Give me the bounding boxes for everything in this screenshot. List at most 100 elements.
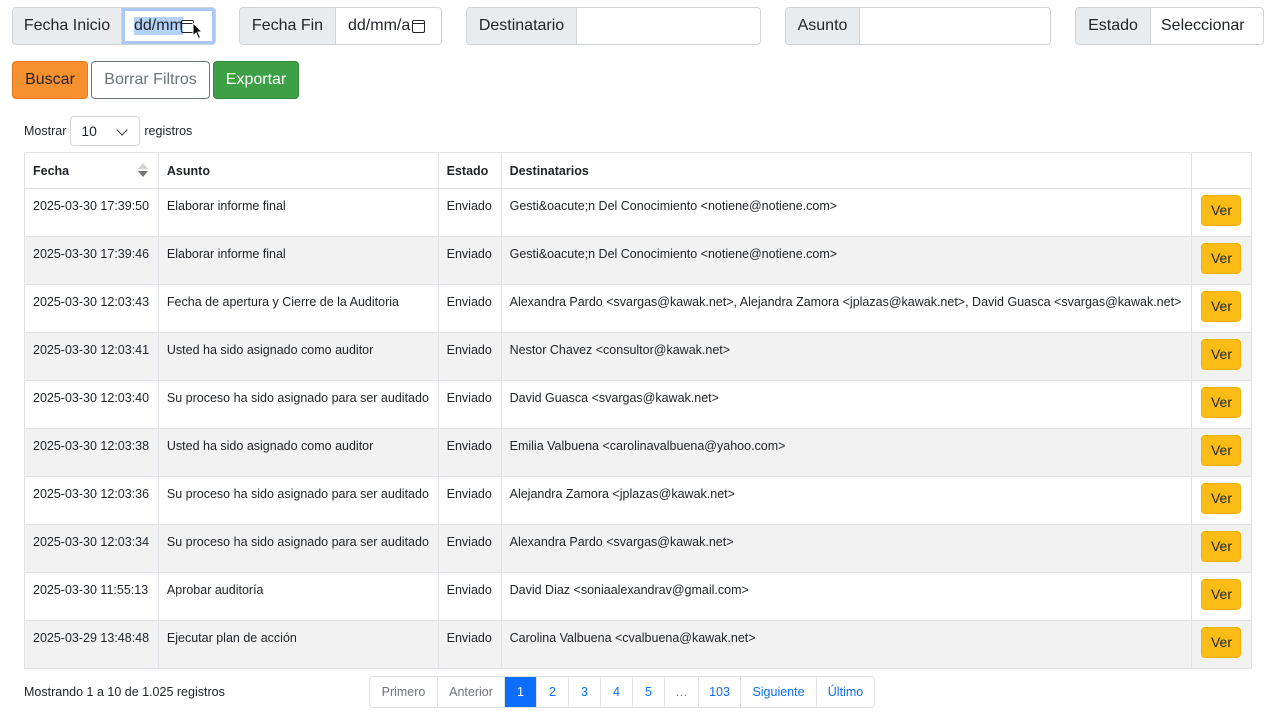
- length-suffix: registros: [144, 124, 193, 138]
- buscar-button[interactable]: Buscar: [12, 61, 88, 99]
- table-body: 2025-03-30 17:39:50 Elaborar informe fina…: [24, 188, 1253, 669]
- table-row: 2025-03-30 17:39:50 Elaborar informe fina…: [24, 188, 1253, 237]
- cell-destinatarios: Gesti&oacute;n Del Conocimiento <notiene…: [500, 236, 1192, 285]
- header-estado[interactable]: Estado: [437, 152, 502, 189]
- cell-destinatarios: Alexandra Pardo <svargas@kawak.net>: [500, 524, 1192, 573]
- cell-action: Ver: [1190, 188, 1253, 237]
- asunto-group: Asunto: [785, 7, 1051, 45]
- fecha-fin-input[interactable]: dd/mm/a: [336, 8, 441, 44]
- cell-fecha: 2025-03-30 12:03:38: [24, 428, 159, 477]
- estado-select[interactable]: Seleccionar: [1151, 8, 1263, 44]
- ver-button[interactable]: Ver: [1201, 627, 1242, 658]
- table-header-row: Fecha Asunto Estado Destinatarios: [24, 152, 1253, 189]
- table-row: 2025-03-29 13:48:48 Ejecutar plan de acci…: [24, 620, 1253, 669]
- cell-action: Ver: [1190, 332, 1253, 381]
- cell-action: Ver: [1190, 572, 1253, 621]
- header-asunto[interactable]: Asunto: [157, 152, 439, 189]
- chevron-down-icon: [116, 124, 129, 136]
- ver-button[interactable]: Ver: [1201, 483, 1242, 514]
- page-prev[interactable]: Anterior: [437, 677, 504, 707]
- page-4[interactable]: 4: [600, 677, 632, 707]
- fecha-inicio-group: Fecha Inicio dd/mm: [12, 7, 216, 45]
- cell-estado: Enviado: [437, 476, 502, 525]
- table-row: 2025-03-30 12:03:43 Fecha de apertura y C…: [24, 284, 1253, 333]
- borrar-filtros-button[interactable]: Borrar Filtros: [91, 61, 210, 99]
- page-103[interactable]: 103: [698, 677, 740, 707]
- cell-estado: Enviado: [437, 428, 502, 477]
- table-row: 2025-03-30 12:03:36 Su proceso ha sido as…: [24, 476, 1253, 525]
- cell-estado: Enviado: [437, 524, 502, 573]
- ver-button[interactable]: Ver: [1201, 387, 1242, 418]
- ver-button[interactable]: Ver: [1201, 291, 1242, 322]
- cell-asunto: Su proceso ha sido asignado para ser aud…: [157, 524, 439, 573]
- cell-estado: Enviado: [437, 188, 502, 237]
- cell-asunto: Su proceso ha sido asignado para ser aud…: [157, 476, 439, 525]
- cell-asunto: Elaborar informe final: [157, 188, 439, 237]
- fecha-inicio-value: dd/mm: [134, 17, 183, 35]
- estado-label: Estado: [1076, 8, 1151, 44]
- page-next[interactable]: Siguiente: [740, 677, 816, 707]
- cell-destinatarios: David Diaz <soniaalexandrav@gmail.com>: [500, 572, 1192, 621]
- cell-asunto: Ejecutar plan de acción: [157, 620, 439, 669]
- cell-destinatarios: Nestor Chavez <consultor@kawak.net>: [500, 332, 1192, 381]
- cell-estado: Enviado: [437, 572, 502, 621]
- cell-destinatarios: David Guasca <svargas@kawak.net>: [500, 380, 1192, 429]
- destinatario-label: Destinatario: [467, 8, 577, 44]
- page-first[interactable]: Primero: [370, 677, 437, 707]
- length-prefix: Mostrar: [24, 124, 67, 138]
- cell-fecha: 2025-03-30 17:39:50: [24, 188, 159, 237]
- cell-destinatarios: Emilia Valbuena <carolinavalbuena@yahoo.…: [500, 428, 1192, 477]
- mouse-cursor-icon: [192, 22, 204, 40]
- cell-fecha: 2025-03-30 17:39:46: [24, 236, 159, 285]
- page-2[interactable]: 2: [536, 677, 568, 707]
- cell-destinatarios: Gesti&oacute;n Del Conocimiento <notiene…: [500, 188, 1192, 237]
- cell-estado: Enviado: [437, 380, 502, 429]
- calendar-icon[interactable]: [412, 19, 426, 33]
- cell-fecha: 2025-03-30 11:55:13: [24, 572, 159, 621]
- ver-button[interactable]: Ver: [1201, 243, 1242, 274]
- cell-fecha: 2025-03-30 12:03:36: [24, 476, 159, 525]
- page-length-control: Mostrar 10 registros: [24, 116, 192, 146]
- cell-asunto: Usted ha sido asignado como auditor: [157, 428, 439, 477]
- cell-action: Ver: [1190, 284, 1253, 333]
- page-last[interactable]: Último: [816, 677, 874, 707]
- page-ellipsis: …: [664, 677, 698, 707]
- cell-action: Ver: [1190, 620, 1253, 669]
- ver-button[interactable]: Ver: [1201, 579, 1242, 610]
- exportar-button[interactable]: Exportar: [213, 61, 299, 99]
- ver-button[interactable]: Ver: [1201, 435, 1242, 466]
- header-fecha[interactable]: Fecha: [24, 152, 159, 189]
- cell-action: Ver: [1190, 380, 1253, 429]
- header-fecha-label: Fecha: [33, 163, 70, 178]
- sort-icon: [137, 163, 148, 179]
- cell-fecha: 2025-03-30 12:03:43: [24, 284, 159, 333]
- cell-action: Ver: [1190, 524, 1253, 573]
- cell-action: Ver: [1190, 428, 1253, 477]
- page-1[interactable]: 1: [504, 677, 536, 707]
- header-actions: [1190, 152, 1253, 189]
- ver-button[interactable]: Ver: [1201, 531, 1242, 562]
- cell-asunto: Fecha de apertura y Cierre de la Auditor…: [157, 284, 439, 333]
- page-length-select[interactable]: 10: [70, 116, 141, 146]
- ver-button[interactable]: Ver: [1201, 195, 1242, 226]
- cell-action: Ver: [1190, 476, 1253, 525]
- fecha-inicio-label: Fecha Inicio: [13, 8, 122, 44]
- page-5[interactable]: 5: [632, 677, 664, 707]
- cell-fecha: 2025-03-30 12:03:41: [24, 332, 159, 381]
- asunto-input[interactable]: [860, 8, 1050, 44]
- cell-fecha: 2025-03-30 12:03:34: [24, 524, 159, 573]
- fecha-fin-label: Fecha Fin: [240, 8, 336, 44]
- table-row: 2025-03-30 12:03:41 Usted ha sido asignad…: [24, 332, 1253, 381]
- emails-table: Fecha Asunto Estado Destinatarios 2025-0…: [24, 152, 1253, 669]
- table-row: 2025-03-30 12:03:38 Usted ha sido asignad…: [24, 428, 1253, 477]
- cell-estado: Enviado: [437, 236, 502, 285]
- table-row: 2025-03-30 17:39:46 Elaborar informe fina…: [24, 236, 1253, 285]
- asunto-label: Asunto: [786, 8, 860, 44]
- header-destinatarios[interactable]: Destinatarios: [500, 152, 1192, 189]
- cell-estado: Enviado: [437, 332, 502, 381]
- page-length-value: 10: [81, 123, 97, 139]
- cell-fecha: 2025-03-30 12:03:40: [24, 380, 159, 429]
- destinatario-input[interactable]: [577, 8, 760, 44]
- page-3[interactable]: 3: [568, 677, 600, 707]
- ver-button[interactable]: Ver: [1201, 339, 1242, 370]
